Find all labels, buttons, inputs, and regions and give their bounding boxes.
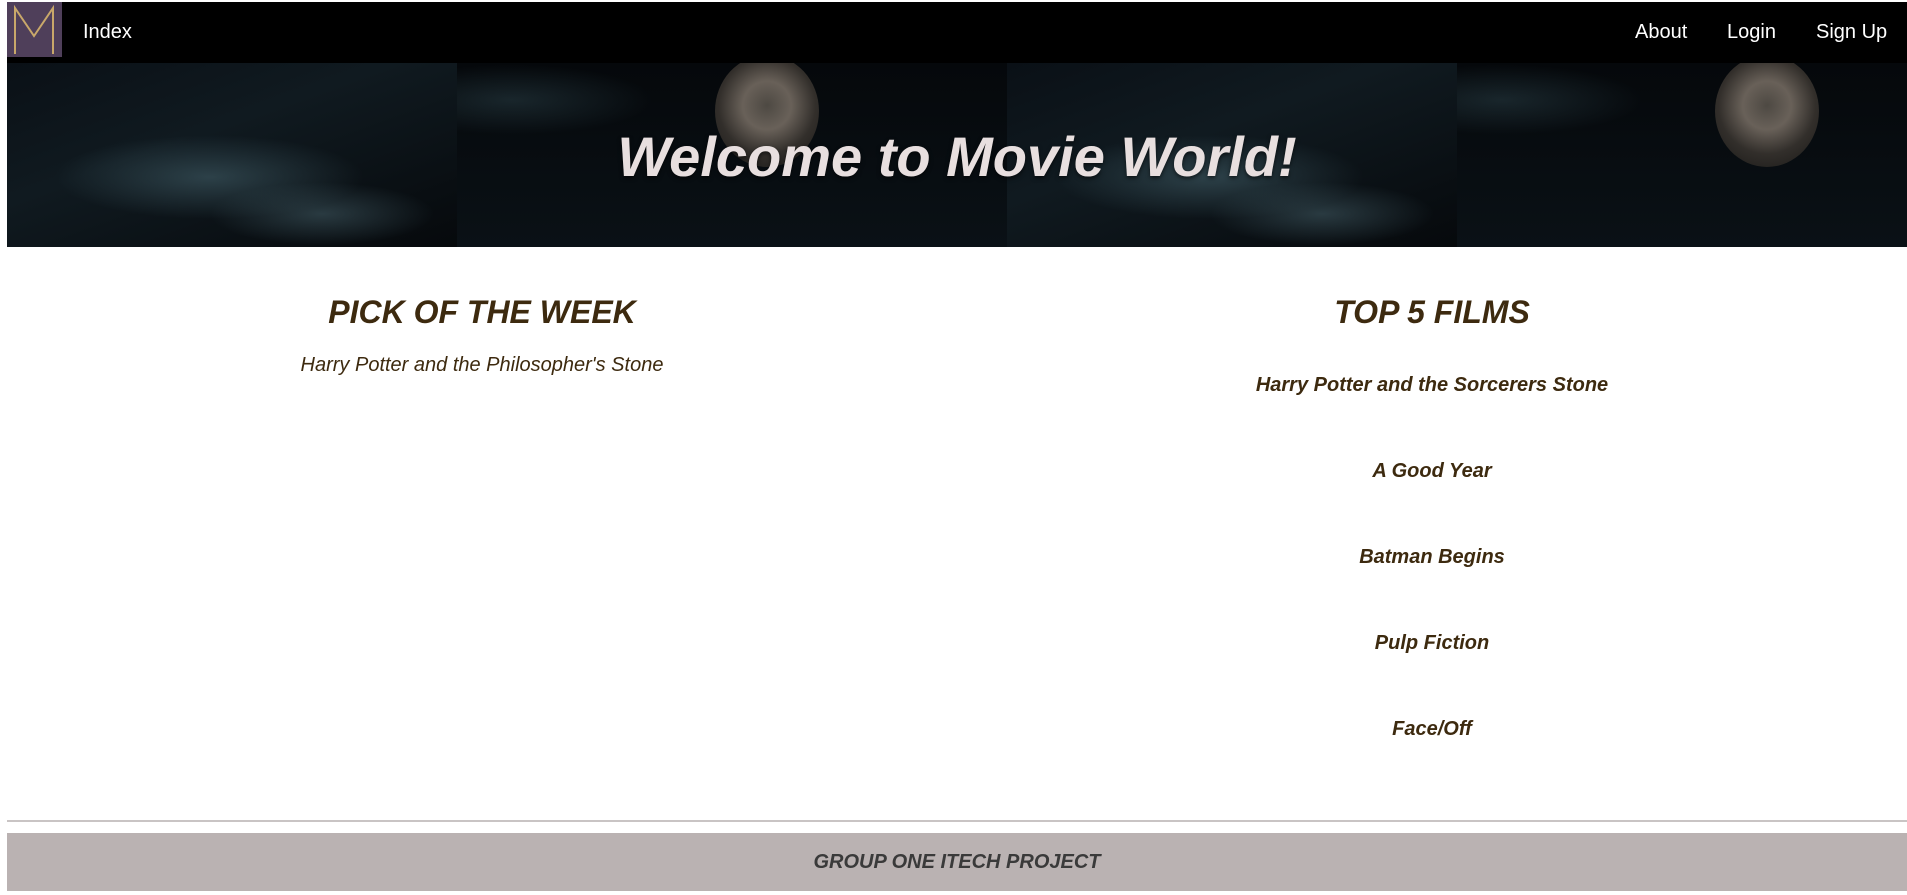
top-navbar: Index About Login Sign Up: [7, 2, 1907, 63]
page: Index About Login Sign Up Welcome to Mov…: [7, 2, 1907, 895]
pick-of-week-film-link[interactable]: Harry Potter and the Philosopher's Stone: [7, 353, 957, 377]
site-logo[interactable]: [7, 2, 62, 57]
nav-link-login[interactable]: Login: [1727, 20, 1776, 44]
nav-link-about[interactable]: About: [1635, 20, 1687, 44]
top-film-item[interactable]: Face/Off: [957, 717, 1907, 741]
footer-text: GROUP ONE ITECH PROJECT: [813, 851, 1101, 873]
footer: GROUP ONE ITECH PROJECT: [7, 833, 1907, 891]
nav-link-sign-up[interactable]: Sign Up: [1816, 20, 1887, 44]
hero-banner: Welcome to Movie World!: [7, 63, 1907, 247]
top-film-item[interactable]: A Good Year: [957, 459, 1907, 483]
top-films-heading: TOP 5 FILMS: [1334, 294, 1530, 330]
pick-of-week-heading: PICK OF THE WEEK: [328, 294, 636, 330]
top-film-item[interactable]: Harry Potter and the Sorcerers Stone: [957, 373, 1907, 397]
nav-link-index[interactable]: Index: [83, 20, 132, 44]
footer-divider: [7, 820, 1907, 822]
top-film-item[interactable]: Pulp Fiction: [957, 631, 1907, 655]
logo-m-icon: [14, 4, 54, 54]
top-film-item[interactable]: Batman Begins: [957, 545, 1907, 569]
hero-title: Welcome to Movie World!: [617, 125, 1297, 188]
